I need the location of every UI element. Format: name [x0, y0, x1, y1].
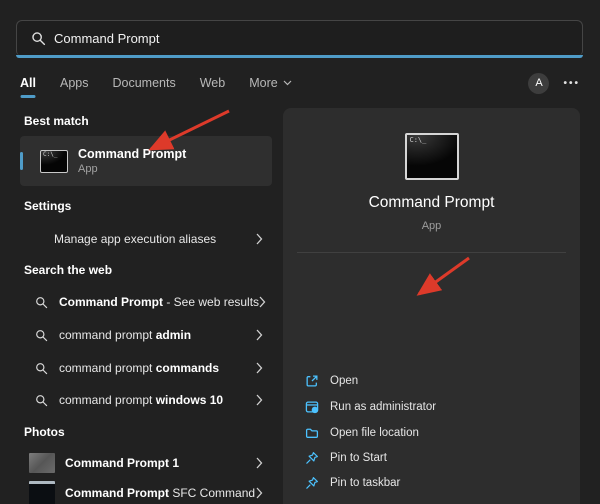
chevron-right-icon[interactable] [256, 329, 263, 341]
preview-panel: C:\_ Command Prompt App Open Run as admi… [283, 108, 580, 504]
chevron-right-icon[interactable] [256, 457, 263, 469]
photo-result-row[interactable]: Command Prompt 1 [20, 451, 272, 475]
chevron-down-icon [283, 80, 292, 86]
profile-avatar[interactable]: A [528, 73, 549, 94]
settings-header: Settings [24, 199, 71, 213]
tab-web[interactable]: Web [200, 76, 225, 90]
web-suggestion-row[interactable]: command prompt commands [20, 356, 272, 380]
action-pin-to-taskbar[interactable]: Pin to taskbar [283, 472, 580, 494]
open-icon [305, 374, 319, 388]
chevron-right-icon[interactable] [259, 296, 266, 308]
best-match-header: Best match [24, 114, 89, 128]
tab-all[interactable]: All [20, 76, 36, 90]
photo-thumbnail [29, 453, 55, 473]
chevron-right-icon[interactable] [256, 362, 263, 374]
chevron-right-icon[interactable] [256, 233, 263, 245]
action-pin-to-start[interactable]: Pin to Start [283, 447, 580, 469]
web-suggestion-row[interactable]: command prompt windows 10 [20, 388, 272, 412]
search-icon [31, 31, 46, 46]
tab-apps[interactable]: Apps [60, 76, 89, 90]
start-search-flyout: Command Prompt All Apps Documents Web Mo… [0, 0, 600, 504]
best-match-subtitle: App [78, 163, 186, 175]
best-match-title: Command Prompt [78, 147, 186, 161]
pin-icon [305, 476, 319, 490]
search-icon [35, 296, 49, 309]
action-open-file-location[interactable]: Open file location [283, 422, 580, 444]
search-the-web-header: Search the web [24, 263, 112, 277]
search-filter-tabs: All Apps Documents Web More A ••• [20, 70, 580, 96]
run-as-admin-icon [305, 400, 319, 414]
best-match-result[interactable]: C:\_ Command Prompt App [20, 136, 272, 186]
photo-result-row[interactable]: Command Prompt SFC Command [20, 481, 272, 504]
photos-header: Photos [24, 425, 65, 439]
web-suggestion-row[interactable]: Command Prompt - See web results [20, 290, 272, 314]
search-input[interactable]: Command Prompt [16, 20, 583, 55]
settings-result-row[interactable]: Manage app execution aliases [20, 227, 272, 251]
photo-thumbnail [29, 481, 55, 504]
more-options-icon[interactable]: ••• [563, 78, 580, 89]
panel-app-title: Command Prompt [283, 194, 580, 212]
command-prompt-icon: C:\_ [40, 150, 68, 173]
tab-documents[interactable]: Documents [112, 76, 175, 90]
selection-accent-bar [20, 152, 23, 170]
pin-icon [305, 451, 319, 465]
active-tab-underline [20, 95, 35, 98]
chevron-right-icon[interactable] [256, 487, 263, 499]
search-icon [35, 362, 49, 375]
panel-divider [297, 252, 566, 253]
action-run-as-administrator[interactable]: Run as administrator [283, 396, 580, 418]
action-open[interactable]: Open [283, 370, 580, 392]
folder-icon [305, 426, 319, 440]
web-suggestion-row[interactable]: command prompt admin [20, 323, 272, 347]
search-query-text: Command Prompt [54, 31, 159, 46]
search-icon [35, 329, 49, 342]
search-icon [35, 394, 49, 407]
tab-more[interactable]: More [249, 76, 291, 90]
command-prompt-icon-large: C:\_ [405, 133, 459, 180]
chevron-right-icon[interactable] [256, 394, 263, 406]
panel-app-subtitle: App [283, 220, 580, 232]
search-accent-underline [16, 55, 583, 58]
